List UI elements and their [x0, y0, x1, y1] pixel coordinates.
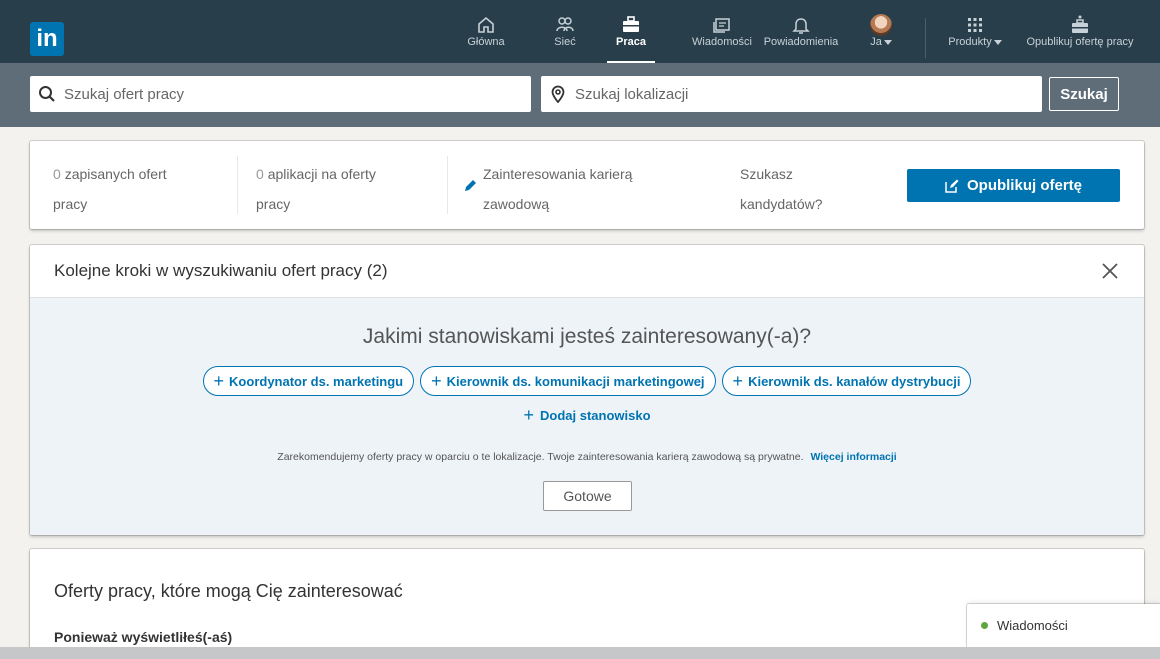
- nav-item-products[interactable]: Produkty: [943, 14, 1007, 63]
- next-steps-title: Kolejne kroki w wyszukiwaniu ofert pracy…: [54, 261, 388, 280]
- search-icon: [30, 85, 64, 103]
- looking-for-candidates: Szukasz kandydatów?: [740, 159, 823, 219]
- plus-icon: +: [732, 371, 744, 391]
- next-steps-body: Jakimi stanowiskami jesteś zainteresowan…: [30, 298, 1144, 535]
- applications-stat[interactable]: 0 aplikacji na oferty pracy: [256, 159, 376, 219]
- saved-jobs-stat[interactable]: 0 zapisanych ofert pracy: [53, 159, 167, 219]
- chevron-down-icon: [883, 39, 892, 45]
- search-button[interactable]: Szukaj: [1049, 77, 1119, 111]
- nav-item-jobs-label: Praca: [616, 36, 646, 48]
- edit-icon: [945, 179, 959, 193]
- stat-divider: [237, 156, 238, 214]
- career-interests-link[interactable]: Zainteresowania karierą zawodową: [483, 159, 632, 219]
- add-job-title-link[interactable]: + Dodaj stanowisko: [30, 406, 1144, 424]
- done-button[interactable]: Gotowe: [543, 481, 632, 511]
- chip-label: Kierownik ds. komunikacji marketingowej: [446, 373, 705, 389]
- saved-jobs-label: zapisanych ofert: [64, 166, 167, 182]
- pencil-icon: [465, 180, 476, 191]
- horizontal-scrollbar[interactable]: [0, 647, 1160, 659]
- job-title-chips: + Koordynator ds. marketingu + Kierownik d…: [30, 366, 1144, 396]
- online-status-dot: [981, 622, 988, 629]
- location-search-box: [541, 76, 1042, 112]
- privacy-note: Zarekomendujemy oferty pracy w oparciu o…: [30, 451, 1144, 463]
- applications-label: aplikacji na oferty: [267, 166, 376, 182]
- nav-item-network[interactable]: Sieć: [548, 14, 582, 63]
- career-interests-label: Zainteresowania karierą: [483, 166, 633, 182]
- next-steps-card: Kolejne kroki w wyszukiwaniu ofert pracy…: [30, 245, 1144, 535]
- saved-jobs-count: 0: [53, 166, 61, 182]
- nav-item-notifications[interactable]: Powiadomienia: [760, 14, 842, 63]
- messaging-icon: [713, 18, 730, 33]
- avatar: [870, 14, 892, 36]
- plus-icon: +: [431, 371, 442, 391]
- location-pin-icon: [541, 85, 575, 103]
- home-icon: [478, 16, 494, 33]
- job-search-input[interactable]: [64, 85, 531, 103]
- messaging-label: Wiadomości: [997, 618, 1068, 633]
- nav-item-home-label: Główna: [467, 36, 505, 48]
- chip-label: Koordynator ds. marketingu: [229, 373, 404, 389]
- stat-divider: [447, 156, 448, 214]
- nav-item-post-job-label: Opublikuj ofertę pracy: [1026, 36, 1134, 48]
- nav-item-post-job[interactable]: Opublikuj ofertę pracy: [1012, 14, 1148, 63]
- nav-divider: [925, 18, 926, 58]
- location-search-input[interactable]: [575, 85, 1042, 103]
- linkedin-logo[interactable]: in: [30, 22, 64, 56]
- job-title-chip[interactable]: + Kierownik ds. komunikacji marketingowej: [420, 366, 716, 396]
- saved-jobs-label-2: pracy: [53, 196, 88, 212]
- post-job-icon: [1072, 15, 1088, 33]
- bell-icon: [792, 18, 810, 34]
- nav-item-me-label: Ja: [870, 36, 882, 48]
- network-icon: [556, 17, 574, 32]
- because-you-viewed-heading: Ponieważ wyświetliłeś(-aś): [54, 629, 233, 645]
- messaging-overlay[interactable]: Wiadomości: [967, 604, 1160, 647]
- plus-icon: +: [213, 371, 225, 391]
- add-job-title-label: Dodaj stanowisko: [539, 407, 651, 423]
- nav-item-notifications-label: Powiadomienia: [763, 36, 839, 48]
- nav-item-home[interactable]: Główna: [466, 14, 506, 63]
- job-title-chip[interactable]: + Koordynator ds. marketingu: [202, 366, 415, 396]
- chip-label: Kierownik ds. kanałów dystrybucji: [748, 373, 961, 389]
- candidates-label: Szukasz: [740, 166, 793, 182]
- post-job-button[interactable]: Opublikuj ofertę: [907, 169, 1120, 202]
- nav-item-products-label: Produkty: [948, 36, 992, 48]
- privacy-note-text: Zarekomendujemy oferty pracy w oparciu o…: [277, 451, 804, 463]
- applications-count: 0: [256, 166, 264, 182]
- chevron-down-icon: [993, 39, 1002, 45]
- briefcase-icon: [623, 16, 639, 32]
- recommended-jobs-title: Oferty pracy, które mogą Cię zainteresow…: [54, 581, 403, 601]
- job-search-box: [30, 76, 531, 112]
- nav-item-messaging[interactable]: Wiadomości: [687, 14, 757, 63]
- nav-item-jobs[interactable]: Praca: [607, 14, 655, 63]
- search-band: Szukaj: [0, 63, 1160, 127]
- applications-label-2: pracy: [256, 196, 291, 212]
- post-job-button-label: Opublikuj ofertę: [966, 177, 1082, 194]
- job-title-question: Jakimi stanowiskami jesteś zainteresowan…: [362, 325, 812, 348]
- grid-icon: [968, 18, 982, 32]
- job-stats-card: 0 zapisanych ofert pracy 0 aplikacji na …: [30, 141, 1144, 229]
- close-icon[interactable]: [1098, 259, 1122, 283]
- nav-item-network-label: Sieć: [554, 36, 576, 48]
- more-info-link[interactable]: Więcej informacji: [810, 451, 896, 463]
- next-steps-header: Kolejne kroki w wyszukiwaniu ofert pracy…: [30, 245, 1144, 298]
- candidates-label-2: kandydatów?: [740, 196, 823, 212]
- nav-item-messaging-label: Wiadomości: [692, 36, 752, 48]
- job-title-chip[interactable]: + Kierownik ds. kanałów dystrybucji: [721, 366, 972, 396]
- top-navigation-bar: in Główna Sieć Praca Wiadomości Powiadom…: [0, 0, 1160, 63]
- career-interests-label-2: zawodową: [483, 196, 550, 212]
- nav-item-me[interactable]: Ja: [866, 14, 896, 63]
- plus-icon: +: [523, 405, 534, 425]
